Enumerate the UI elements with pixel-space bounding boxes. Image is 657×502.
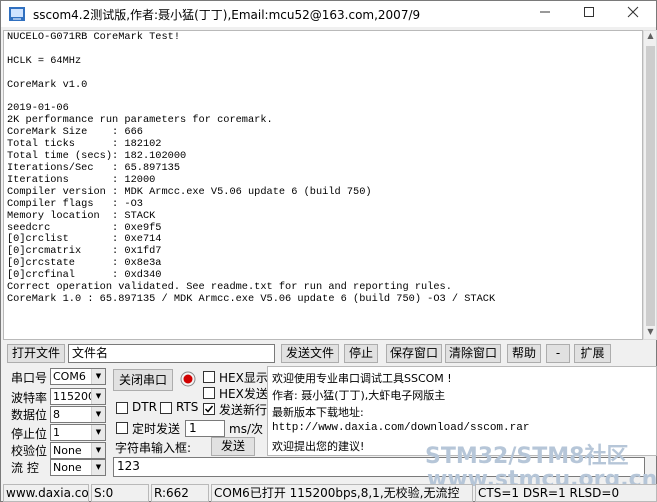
interval-unit: ms/次 — [229, 422, 263, 436]
info-welcome: 欢迎使用专业串口调试工具SSCOM ! — [272, 372, 452, 385]
stop-bits-select[interactable]: 1 ▼ — [50, 424, 106, 441]
console-line: CoreMark 1.0 : 65.897135 / MDK Armcc.exe… — [7, 292, 496, 305]
dtr-label: DTR — [132, 400, 157, 414]
hex-display-label: HEX显示 — [219, 371, 268, 385]
maximize-icon — [584, 7, 594, 17]
hex-display-checkbox[interactable] — [203, 371, 215, 383]
status-signals: CTS=1 DSR=1 RLSD=0 — [475, 484, 657, 502]
help-button[interactable]: 帮助 — [507, 344, 541, 363]
console-line: NUCELO-G071RB CoreMark Test! — [7, 31, 181, 43]
chevron-down-icon[interactable]: ▼ — [91, 369, 105, 384]
console-line: HCLK = 64MHz — [7, 54, 82, 67]
flow-select[interactable]: None ▼ — [50, 459, 106, 476]
console-line: Compiler version : MDK Armcc.exe V5.06 u… — [7, 185, 372, 198]
parity-select[interactable]: None ▼ — [50, 442, 106, 459]
stop-bits-value: 1 — [53, 426, 60, 439]
watermark-title: STM32/STM8社区 — [425, 444, 629, 469]
rts-checkbox[interactable] — [160, 402, 172, 414]
info-author: 作者: 聂小猛(丁丁),大虾电子网版主 — [272, 389, 446, 402]
close-button[interactable] — [611, 1, 655, 27]
status-port-state: COM6已打开 115200bps,8,1,无校验,无流控 — [211, 484, 473, 502]
clear-window-button[interactable]: 清除窗口 — [445, 344, 501, 363]
flow-value: None — [53, 461, 82, 474]
stop-button[interactable]: 停止 — [344, 344, 378, 363]
chevron-down-icon[interactable]: ▼ — [91, 443, 105, 458]
console-scrollbar[interactable]: ▲ ▼ — [643, 30, 657, 340]
hex-send-checkbox[interactable] — [203, 387, 215, 399]
scroll-thumb[interactable] — [646, 46, 655, 326]
send-file-button[interactable]: 发送文件 — [281, 344, 339, 363]
parity-label: 校验位 — [11, 444, 48, 458]
send-button[interactable]: 发送 — [211, 437, 255, 456]
expand-button[interactable]: 扩展 — [574, 344, 611, 363]
app-icon — [9, 7, 25, 21]
info-download-link[interactable]: http://www.daxia.com/download/sscom.rar — [272, 422, 529, 434]
rts-label: RTS — [176, 400, 199, 414]
console-line: CoreMark v1.0 — [7, 78, 88, 91]
status-site[interactable]: www.daxia.cor — [3, 484, 89, 502]
port-status-indicator-icon — [180, 371, 196, 387]
port-select[interactable]: COM6 ▼ — [50, 368, 106, 385]
console-line: Memory location : STACK — [7, 209, 156, 222]
info-panel: 欢迎使用专业串口调试工具SSCOM ! 作者: 聂小猛(丁丁),大虾电子网版主 … — [267, 366, 657, 456]
interval-input[interactable]: 1 — [185, 420, 225, 437]
data-bits-label: 数据位 — [11, 408, 48, 422]
close-port-button[interactable]: 关闭串口 — [113, 369, 173, 391]
port-label: 串口号 — [11, 371, 48, 385]
data-bits-value: 8 — [53, 408, 60, 421]
save-window-button[interactable]: 保存窗口 — [386, 344, 442, 363]
status-received: R:662 — [151, 484, 209, 502]
console-output: NUCELO-G071RB CoreMark Test! HCLK = 64MH… — [7, 31, 496, 306]
chevron-down-icon[interactable]: ▼ — [91, 389, 105, 404]
parity-value: None — [53, 444, 82, 457]
info-feedback: 欢迎提出您的建议! — [272, 440, 365, 453]
send-newline-checkbox[interactable] — [203, 403, 215, 415]
minus-button[interactable]: - — [546, 344, 570, 363]
baud-select[interactable]: 115200 ▼ — [50, 388, 106, 405]
timed-send-checkbox[interactable] — [116, 422, 128, 434]
stop-bits-label: 停止位 — [11, 427, 48, 441]
minimize-button[interactable] — [523, 1, 567, 27]
string-input-label: 字符串输入框: — [115, 441, 192, 455]
scroll-down-icon[interactable]: ▼ — [646, 327, 655, 336]
console-line: Iterations : 12000 — [7, 173, 156, 186]
maximize-button[interactable] — [567, 1, 611, 27]
info-download-title: 最新版本下载地址: — [272, 406, 364, 419]
baud-value: 115200 — [53, 390, 95, 403]
filename-field[interactable]: 文件名 — [68, 344, 275, 363]
title-bar: sscom4.2测试版,作者:聂小猛(丁丁),Email:mcu52@163.c… — [1, 1, 656, 27]
minimize-icon — [540, 11, 550, 13]
data-bits-select[interactable]: 8 ▼ — [50, 406, 106, 423]
timed-send-label: 定时发送 — [132, 422, 181, 436]
check-icon — [204, 405, 214, 413]
send-newline-label: 发送新行 — [219, 403, 268, 417]
chevron-down-icon[interactable]: ▼ — [91, 425, 105, 440]
hex-send-label: HEX发送 — [219, 387, 268, 401]
open-file-button[interactable]: 打开文件 — [7, 344, 65, 363]
status-sent: S:0 — [91, 484, 149, 502]
window-title: sscom4.2测试版,作者:聂小猛(丁丁),Email:mcu52@163.c… — [33, 8, 421, 22]
baud-label: 波特率 — [11, 391, 48, 405]
flow-label: 流 控 — [11, 461, 39, 475]
close-icon — [627, 6, 639, 18]
receive-console[interactable]: NUCELO-G071RB CoreMark Test! HCLK = 64MH… — [3, 30, 643, 340]
port-value: COM6 — [53, 370, 86, 383]
console-line: Compiler flags : -O3 — [7, 197, 143, 210]
chevron-down-icon[interactable]: ▼ — [91, 407, 105, 422]
sscom-window: sscom4.2测试版,作者:聂小猛(丁丁),Email:mcu52@163.c… — [0, 0, 657, 502]
dtr-checkbox[interactable] — [116, 402, 128, 414]
scroll-up-icon[interactable]: ▲ — [646, 31, 655, 40]
chevron-down-icon[interactable]: ▼ — [91, 460, 105, 475]
